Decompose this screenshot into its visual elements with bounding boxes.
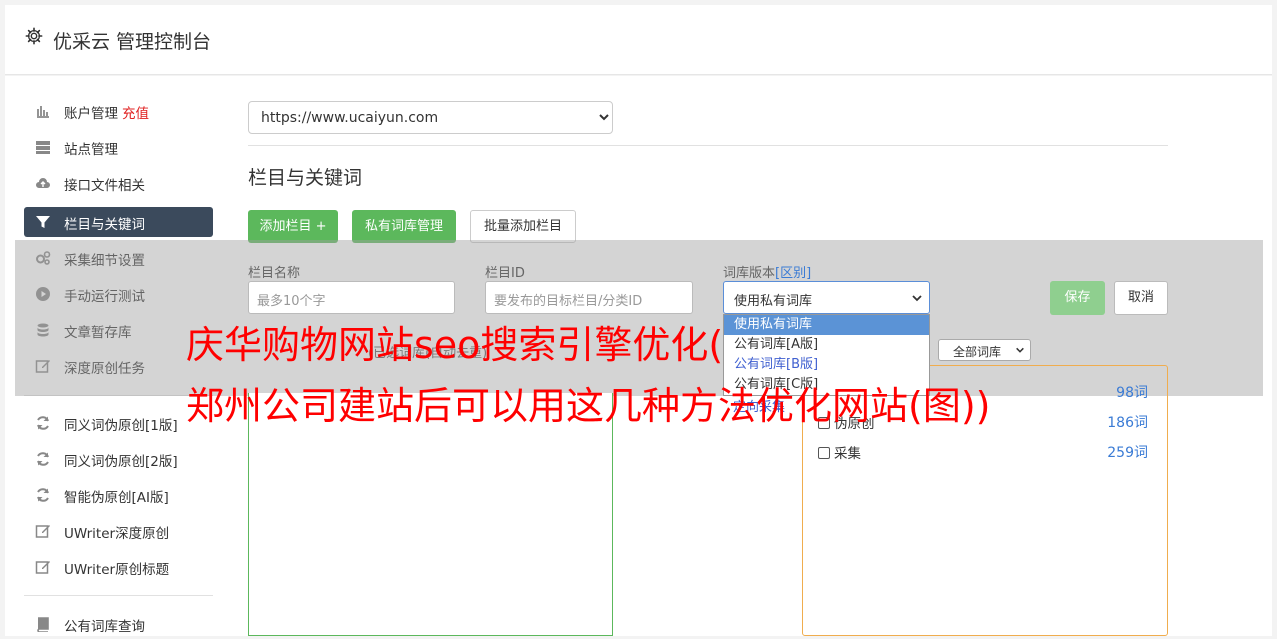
- filter-icon: [36, 216, 50, 228]
- sidebar-item-uwriter-title[interactable]: UWriter原创标题: [24, 552, 213, 582]
- refresh-icon: [37, 452, 49, 466]
- sidebar-item-account[interactable]: 账户管理 充值: [24, 96, 213, 126]
- lib-diff-link[interactable]: [区别]: [775, 266, 811, 281]
- private-lib-button[interactable]: 私有词库管理: [352, 210, 456, 243]
- lib-item-label: 采集: [834, 446, 861, 462]
- dropdown-option[interactable]: 使用私有词库: [724, 315, 929, 335]
- sidebar-item-uwriter-deep[interactable]: UWriter深度原创: [24, 516, 213, 546]
- recharge-link[interactable]: 充值: [122, 106, 149, 122]
- edit-icon: [35, 561, 50, 574]
- gear-icon: [25, 27, 43, 45]
- chevron-down-icon: [1016, 347, 1024, 353]
- lib-item-checkbox[interactable]: 采集: [818, 442, 861, 462]
- sidebar-divider: [24, 595, 213, 596]
- sidebar-item-columns-keywords[interactable]: 栏目与关键词: [24, 207, 213, 237]
- lib-version-text: 词库版本: [723, 266, 776, 281]
- cloud-upload-icon: [36, 178, 50, 188]
- lib-item-count[interactable]: 98词: [1088, 382, 1148, 402]
- watermark-line-2: 郑州公司建站后可以用这几种方法优化网站(图)): [186, 384, 991, 428]
- column-id-input[interactable]: 要发布的目标栏目/分类ID: [485, 281, 693, 314]
- edit-icon: [35, 525, 50, 538]
- sidebar-item-public-lib[interactable]: 公有词库查询: [24, 609, 213, 639]
- lib-version-value: 使用私有词库: [734, 294, 813, 309]
- server-icon: [36, 141, 50, 154]
- sidebar-item-label: 同义词伪原创[2版]: [64, 454, 178, 470]
- column-name-input[interactable]: 最多10个字: [248, 281, 455, 314]
- dropdown-option[interactable]: 公有词库[A版]: [724, 335, 929, 355]
- dropdown-option[interactable]: 公有词库[B版]: [724, 355, 929, 375]
- sidebar-item-synonym-v2[interactable]: 同义词伪原创[2版]: [24, 444, 213, 474]
- chevron-down-icon: [912, 295, 922, 302]
- content-divider: [248, 145, 1168, 146]
- sidebar-item-label: 智能伪原创[AI版]: [64, 490, 169, 506]
- sidebar-item-synonym-v1[interactable]: 同义词伪原创[1版]: [24, 408, 213, 438]
- add-column-button[interactable]: 添加栏目 +: [248, 210, 338, 243]
- column-id-label: 栏目ID: [485, 266, 525, 281]
- batch-add-button[interactable]: 批量添加栏目: [470, 210, 576, 243]
- site-select[interactable]: https://www.ucaiyun.com: [248, 101, 613, 134]
- sidebar-item-label: UWriter深度原创: [64, 526, 170, 542]
- refresh-icon: [37, 416, 49, 430]
- sidebar-item-label: 站点管理: [64, 142, 118, 158]
- selected-lib-panel: [248, 393, 613, 636]
- sidebar-item-ai-rewrite[interactable]: 智能伪原创[AI版]: [24, 480, 213, 510]
- sidebar-item-label: 同义词伪原创[1版]: [64, 418, 178, 434]
- lib-version-select[interactable]: 使用私有词库: [723, 281, 930, 314]
- lib-filter-select[interactable]: 全部词库: [938, 339, 1031, 361]
- save-button[interactable]: 保存: [1050, 281, 1105, 315]
- column-name-label: 栏目名称: [248, 266, 301, 281]
- lib-item-count[interactable]: 186词: [1088, 412, 1148, 432]
- checkbox[interactable]: [818, 447, 830, 459]
- refresh-icon: [37, 488, 49, 502]
- sidebar-item-label: 公有词库查询: [64, 619, 145, 635]
- sidebar-item-label: 账户管理: [64, 106, 118, 122]
- lib-filter-value: 全部词库: [953, 345, 1002, 359]
- app-header: 优采云 管理控制台: [5, 5, 1272, 75]
- book-icon: [37, 617, 49, 632]
- app-title: 优采云 管理控制台: [53, 31, 212, 53]
- sidebar-item-sites[interactable]: 站点管理: [24, 132, 213, 162]
- sidebar-item-interface-files[interactable]: 接口文件相关: [24, 168, 213, 198]
- bar-chart-icon: [37, 106, 49, 118]
- section-title: 栏目与关键词: [248, 167, 363, 189]
- sidebar-item-label: 栏目与关键词: [64, 217, 145, 233]
- lib-item-count[interactable]: 259词: [1088, 442, 1148, 462]
- sidebar-item-label: UWriter原创标题: [64, 562, 170, 578]
- sidebar-item-label: 接口文件相关: [64, 178, 145, 194]
- cancel-button[interactable]: 取消: [1114, 281, 1168, 315]
- watermark-line-1: 庆华购物网站seo搜索引擎优化(: [186, 323, 724, 367]
- lib-version-label: 词库版本[区别]: [723, 262, 811, 281]
